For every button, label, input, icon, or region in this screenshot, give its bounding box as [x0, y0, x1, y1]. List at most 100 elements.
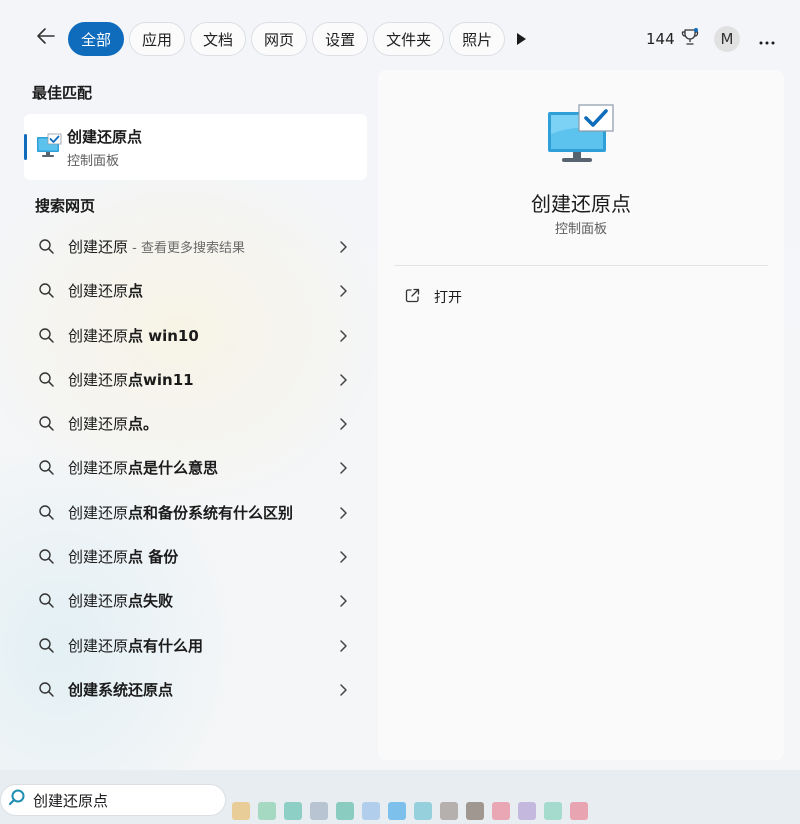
search-icon — [7, 788, 27, 812]
monitor-check-icon — [35, 132, 63, 160]
preview-pane: 创建还原点 控制面板 打开 — [378, 70, 784, 760]
taskbar-app-icon[interactable] — [310, 802, 328, 820]
web-result-text: 创建还原点。 — [68, 413, 158, 434]
trophy-icon — [681, 28, 699, 50]
chevron-right-icon[interactable] — [338, 239, 348, 253]
web-result-item[interactable]: 创建还原点失败 — [24, 578, 367, 622]
taskbar-app-icon[interactable] — [232, 802, 250, 820]
tab-web[interactable]: 网页 — [251, 22, 308, 56]
result-suggestion: 点 备份 — [128, 548, 179, 567]
result-suggestion: 点 — [128, 282, 144, 301]
result-query: 创建还原 — [68, 636, 129, 655]
play-icon — [511, 33, 531, 53]
web-result-text: 创建还原点 — [68, 280, 143, 301]
web-result-item[interactable]: 创建还原点是什么意思 — [24, 445, 367, 489]
chevron-right-icon[interactable] — [338, 638, 348, 652]
result-query: 创建还原 — [68, 592, 129, 611]
result-query: 创建还原 — [68, 459, 129, 478]
result-query: 创建还原 — [68, 370, 129, 389]
chevron-right-icon[interactable] — [338, 549, 348, 563]
search-icon — [38, 415, 55, 432]
filter-tabs: 全部 应用 文档 网页 设置 文件夹 照片 — [68, 22, 506, 56]
search-icon — [38, 327, 55, 344]
taskbar-app-icon[interactable] — [388, 802, 406, 820]
best-match-item[interactable]: 创建还原点 控制面板 — [24, 114, 367, 180]
result-suggestion: 创建系统还原点 — [68, 680, 174, 699]
chevron-right-icon[interactable] — [338, 460, 348, 475]
result-suggestion: 点 win10 — [128, 326, 199, 345]
taskbar-app-icon[interactable] — [414, 802, 432, 820]
open-button[interactable]: 打开 — [404, 284, 462, 310]
chevron-right-icon[interactable] — [338, 416, 348, 430]
web-result-item[interactable]: 创建还原点 备份 — [24, 534, 367, 578]
search-icon — [38, 681, 55, 698]
more-filters-button[interactable] — [511, 29, 531, 49]
chevron-right-icon[interactable] — [338, 682, 348, 696]
result-suggestion: 点是什么意思 — [128, 459, 219, 478]
web-result-item[interactable]: 创建还原点 — [24, 268, 367, 312]
result-hint: - 查看更多搜索结果 — [128, 241, 245, 256]
taskbar-app-icon[interactable] — [258, 802, 276, 820]
taskbar-app-icon[interactable] — [492, 802, 510, 820]
web-result-item[interactable]: 创建还原 - 查看更多搜索结果 — [24, 224, 367, 268]
tab-folders[interactable]: 文件夹 — [373, 22, 445, 56]
search-icon — [38, 637, 55, 654]
tab-settings[interactable]: 设置 — [312, 22, 369, 56]
result-query: 创建还原 — [68, 415, 129, 434]
more-options-button[interactable] — [754, 27, 780, 51]
result-query: 创建还原 — [68, 326, 129, 345]
monitor-check-icon — [546, 104, 616, 166]
tab-documents[interactable]: 文档 — [190, 22, 247, 56]
taskbar-app-icon[interactable] — [544, 802, 562, 820]
tab-all[interactable]: 全部 — [68, 22, 125, 56]
taskbar-app-icon[interactable] — [518, 802, 536, 820]
selection-indicator — [24, 134, 27, 160]
taskbar-app-icon[interactable] — [362, 802, 380, 820]
avatar[interactable]: M — [714, 26, 740, 52]
taskbar-app-icon[interactable] — [466, 802, 484, 820]
divider — [394, 265, 768, 266]
web-result-item[interactable]: 创建系统还原点 — [24, 667, 367, 711]
result-suggestion: 点失败 — [128, 592, 174, 611]
chevron-right-icon[interactable] — [338, 328, 348, 342]
tab-apps[interactable]: 应用 — [129, 22, 186, 56]
back-button[interactable] — [33, 25, 59, 51]
result-suggestion: 点和备份系统有什么区别 — [128, 503, 294, 522]
preview-subtitle: 控制面板 — [554, 222, 607, 237]
web-result-text: 创建还原点win11 — [68, 369, 194, 390]
result-query: 创建还原 — [68, 238, 129, 256]
result-suggestion: 点。 — [128, 415, 159, 434]
web-result-item[interactable]: 创建还原点有什么用 — [24, 623, 367, 667]
best-match-heading: 最佳匹配 — [32, 84, 93, 102]
chevron-right-icon[interactable] — [338, 593, 348, 608]
result-query: 创建还原 — [68, 503, 129, 522]
chevron-right-icon[interactable] — [338, 372, 348, 386]
web-result-item[interactable]: 创建还原点win11 — [24, 357, 367, 401]
search-icon — [38, 548, 55, 565]
result-suggestion: 点有什么用 — [128, 636, 204, 655]
web-result-text: 创建还原点和备份系统有什么区别 — [68, 502, 293, 523]
web-result-text: 创建还原 - 查看更多搜索结果 — [68, 236, 245, 257]
taskbar-app-icon[interactable] — [570, 802, 588, 820]
taskbar-search-box[interactable] — [0, 784, 226, 816]
chevron-right-icon[interactable] — [338, 283, 348, 298]
result-suggestion: 点win11 — [128, 370, 194, 389]
search-input[interactable] — [33, 791, 213, 809]
web-result-text: 创建还原点 win10 — [68, 325, 199, 346]
result-query: 创建还原 — [68, 282, 129, 301]
web-result-item[interactable]: 创建还原点和备份系统有什么区别 — [24, 490, 367, 534]
result-query: 创建还原 — [68, 548, 129, 567]
rewards-points[interactable]: 144 — [646, 28, 699, 50]
best-match-name: 创建还原点 — [67, 128, 143, 146]
taskbar-app-icon[interactable] — [284, 802, 302, 820]
chevron-right-icon[interactable] — [338, 505, 348, 519]
web-result-text: 创建还原点有什么用 — [68, 635, 203, 656]
tab-photos[interactable]: 照片 — [449, 22, 506, 56]
web-result-item[interactable]: 创建还原点。 — [24, 401, 367, 445]
search-icon — [38, 282, 55, 299]
taskbar-app-icon[interactable] — [440, 802, 458, 820]
taskbar-app-icon[interactable] — [336, 802, 354, 820]
web-result-text: 创建还原点失败 — [68, 590, 173, 611]
web-result-item[interactable]: 创建还原点 win10 — [24, 313, 367, 357]
open-label: 打开 — [434, 290, 462, 306]
